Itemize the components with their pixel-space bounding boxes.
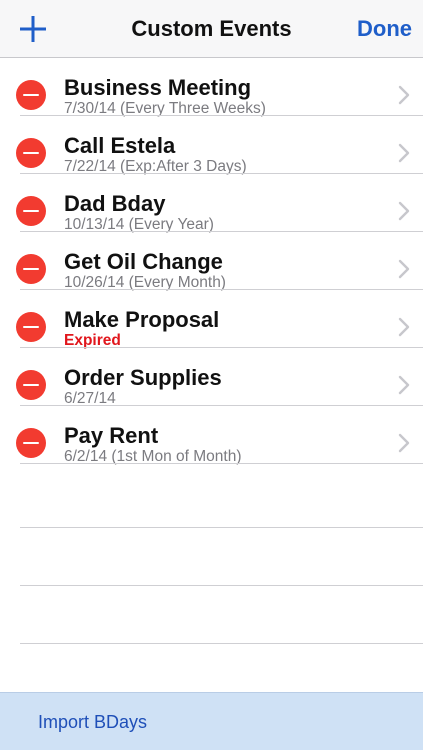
event-title: Pay Rent: [64, 423, 159, 448]
event-row-get-oil-change[interactable]: Get Oil Change 10/26/14 (Every Month): [0, 232, 423, 291]
minus-circle-icon[interactable]: [16, 254, 46, 284]
minus-circle-icon[interactable]: [16, 138, 46, 168]
empty-row-divider: [20, 585, 423, 586]
empty-row-divider: [20, 643, 423, 644]
empty-row-divider: [20, 527, 423, 528]
event-row-call-estela[interactable]: Call Estela 7/22/14 (Exp:After 3 Days): [0, 116, 423, 175]
chevron-right-icon: [397, 143, 411, 163]
event-row-dad-bday[interactable]: Dad Bday 10/13/14 (Every Year): [0, 174, 423, 233]
event-title: Dad Bday: [64, 191, 166, 216]
event-row-make-proposal[interactable]: Make Proposal Expired: [0, 290, 423, 349]
event-title: Make Proposal: [64, 307, 220, 332]
chevron-right-icon: [397, 85, 411, 105]
done-button[interactable]: Done: [357, 16, 412, 42]
event-title: Call Estela: [64, 133, 176, 158]
minus-circle-icon[interactable]: [16, 196, 46, 226]
event-row-business-meeting[interactable]: Business Meeting 7/30/14 (Every Three We…: [0, 58, 423, 117]
row-divider: [20, 463, 423, 464]
minus-circle-icon[interactable]: [16, 80, 46, 110]
minus-circle-icon[interactable]: [16, 428, 46, 458]
chevron-right-icon: [397, 259, 411, 279]
minus-circle-icon[interactable]: [16, 312, 46, 342]
event-row-pay-rent[interactable]: Pay Rent 6/2/14 (1st Mon of Month): [0, 406, 423, 465]
chevron-right-icon: [397, 375, 411, 395]
event-row-order-supplies[interactable]: Order Supplies 6/27/14: [0, 348, 423, 407]
chevron-right-icon: [397, 201, 411, 221]
chevron-right-icon: [397, 433, 411, 453]
event-title: Order Supplies: [64, 365, 222, 390]
chevron-right-icon: [397, 317, 411, 337]
event-title: Business Meeting: [64, 75, 252, 100]
event-title: Get Oil Change: [64, 249, 223, 274]
import-bdays-button[interactable]: Import BDays: [38, 712, 147, 733]
events-list: Business Meeting 7/30/14 (Every Three We…: [0, 58, 423, 465]
navigation-bar: Custom Events Done: [0, 0, 423, 58]
minus-circle-icon[interactable]: [16, 370, 46, 400]
bottom-toolbar: Import BDays: [0, 692, 423, 750]
